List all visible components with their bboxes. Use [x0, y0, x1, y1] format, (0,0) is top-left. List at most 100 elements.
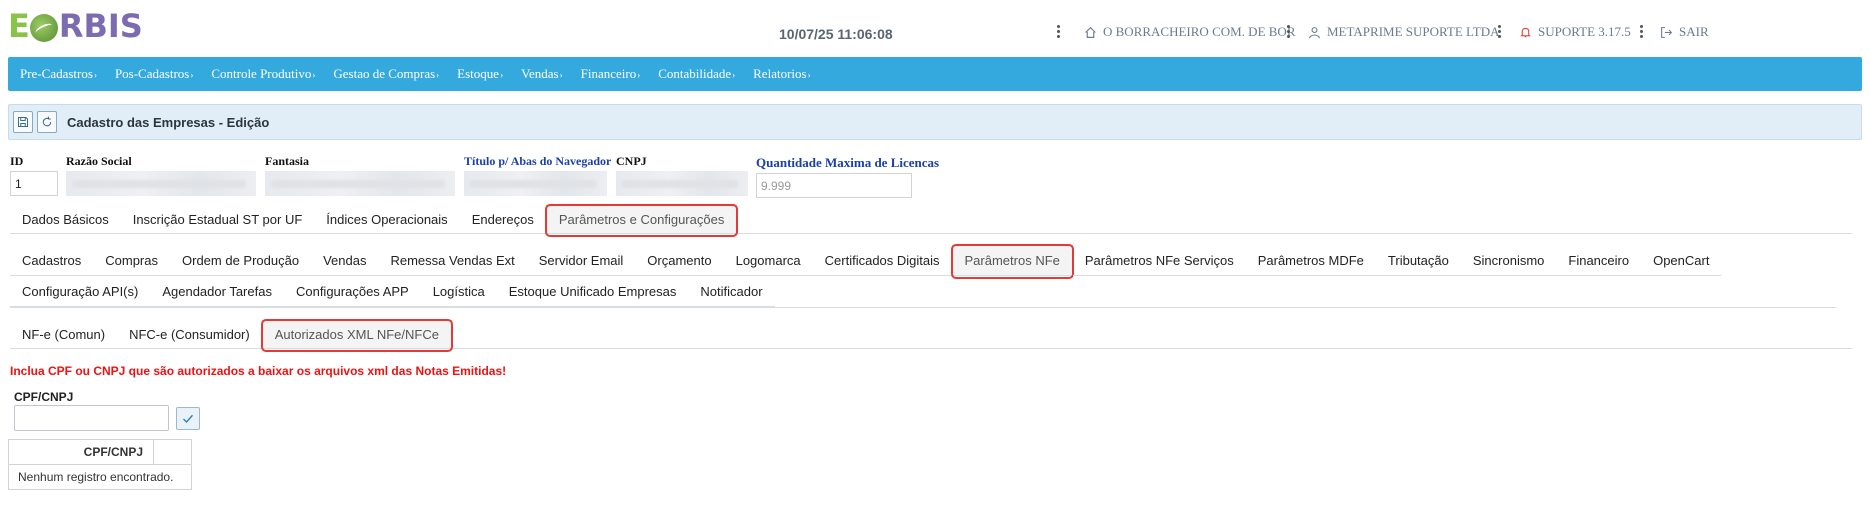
tab-parametros-nfe-servicos[interactable]: Parâmetros NFe Serviços — [1072, 245, 1246, 276]
page-toolbar: Cadastro das Empresas - Edição — [8, 104, 1862, 140]
nav-label: Contabilidade — [658, 66, 732, 81]
tab-configuracoes-app[interactable]: Configurações APP — [283, 276, 421, 307]
tab-label: Parâmetros e Configurações — [558, 212, 725, 227]
razao-social-field[interactable] — [66, 171, 256, 196]
instruction-text: Inclua CPF ou CNPJ que são autorizados a… — [10, 364, 507, 378]
table-header-row: CPF/CNPJ — [8, 439, 192, 465]
logout-button[interactable]: SAIR — [1660, 24, 1709, 40]
kebab-icon[interactable] — [1639, 25, 1643, 38]
tab-cadastros[interactable]: Cadastros — [10, 245, 94, 276]
logout-icon — [1661, 26, 1673, 38]
tab-nfe-comun[interactable]: NF-e (Comun) — [10, 320, 117, 348]
nav-controle-produtivo[interactable]: Controle Produtivo› — [211, 66, 315, 82]
tab-parametros-configuracoes[interactable]: Parâmetros e Configurações — [544, 204, 739, 237]
nav-estoque[interactable]: Estoque› — [457, 66, 503, 82]
tab-dados-basicos[interactable]: Dados Básicos — [10, 205, 121, 233]
tab-ordem-producao[interactable]: Ordem de Produção — [170, 245, 312, 276]
tab-compras[interactable]: Compras — [93, 245, 170, 276]
tab-nfce-consumidor[interactable]: NFC-e (Consumidor) — [117, 320, 262, 348]
kebab-icon[interactable] — [1056, 25, 1060, 38]
chevron-right-icon: › — [559, 70, 563, 80]
confirm-add-button[interactable] — [176, 407, 200, 430]
tab-configuracao-apis[interactable]: Configuração API(s) — [10, 276, 151, 307]
tab-label: Dados Básicos — [22, 211, 109, 227]
tab-label: Sincronismo — [1472, 252, 1545, 268]
nav-label: Relatorios — [753, 66, 807, 81]
tab-orcamento[interactable]: Orçamento — [635, 245, 724, 276]
user-name: METAPRIME SUPORTE LTDA — [1327, 24, 1500, 39]
nav-financeiro[interactable]: Financeiro› — [581, 66, 641, 82]
refresh-button[interactable] — [37, 111, 57, 133]
column-header-cpf-cnpj[interactable]: CPF/CNPJ — [8, 439, 154, 465]
tab-label: Vendas — [323, 252, 367, 268]
tab-enderecos[interactable]: Endereços — [460, 205, 546, 233]
tab-label: Ordem de Produção — [182, 252, 300, 268]
tab-label: Autorizados XML NFe/NFCe — [274, 327, 439, 342]
header-right: 10/07/25 11:06:08 O BORRACHEIRO COM. DE … — [779, 18, 1870, 48]
chevron-right-icon: › — [500, 70, 504, 80]
tab-opencart[interactable]: OpenCart — [1641, 245, 1722, 276]
nav-contabilidade[interactable]: Contabilidade› — [658, 66, 735, 82]
cnpj-label: CNPJ — [616, 154, 647, 168]
tab-logistica[interactable]: Logística — [420, 276, 497, 307]
tab-label: Parâmetros MDFe — [1257, 252, 1364, 268]
tab-notificador[interactable]: Notificador — [688, 276, 775, 307]
tab-logomarca[interactable]: Logomarca — [723, 245, 813, 276]
nav-label: Vendas — [521, 66, 559, 81]
tab-agendador-tarefas[interactable]: Agendador Tarefas — [150, 276, 284, 307]
tab-label: Estoque Unificado Empresas — [508, 283, 677, 299]
nav-pos-cadastros[interactable]: Pos-Cadastros› — [115, 66, 193, 82]
kebab-icon[interactable] — [1286, 25, 1290, 38]
tab-label: Remessa Vendas Ext — [390, 252, 515, 268]
tab-label: Compras — [105, 252, 158, 268]
bell-icon — [1520, 27, 1531, 37]
tab-remessa-vendas-ext[interactable]: Remessa Vendas Ext — [378, 245, 527, 276]
titulo-abas-field[interactable] — [464, 171, 607, 196]
tab-parametros-mdfe[interactable]: Parâmetros MDFe — [1245, 245, 1376, 276]
user-icon — [1309, 26, 1320, 38]
logout-label: SAIR — [1679, 24, 1709, 39]
tab-autorizados-xml[interactable]: Autorizados XML NFe/NFCe — [260, 319, 454, 352]
eorbis-logo: E RBIS — [8, 6, 143, 46]
tab-tributacao[interactable]: Tributação — [1375, 245, 1461, 276]
tab-estoque-unificado[interactable]: Estoque Unificado Empresas — [496, 276, 689, 307]
fantasia-label: Fantasia — [265, 154, 310, 168]
tab-certificados-digitais[interactable]: Certificados Digitais — [812, 245, 952, 276]
page-title: Cadastro das Empresas - Edição — [67, 114, 270, 130]
header-version[interactable]: SUPORTE 3.17.5 — [1519, 24, 1631, 40]
top-header: E RBIS 10/07/25 11:06:08 O BORRACHEIRO C… — [0, 0, 1870, 52]
tab-servidor-email[interactable]: Servidor Email — [526, 245, 636, 276]
id-field[interactable]: 1 — [10, 171, 58, 196]
tab-label: Endereços — [471, 211, 534, 227]
chevron-right-icon: › — [93, 70, 97, 80]
tab-parametros-nfe[interactable]: Parâmetros NFe — [950, 244, 1075, 279]
tab-inscricao-estadual[interactable]: Inscrição Estadual ST por UF — [121, 205, 315, 233]
qtd-licencas-field[interactable]: 9.999 — [756, 173, 912, 198]
header-user[interactable]: METAPRIME SUPORTE LTDA — [1308, 24, 1500, 40]
nav-relatorios[interactable]: Relatorios› — [753, 66, 810, 82]
header-company[interactable]: O BORRACHEIRO COM. DE BOR — [1084, 24, 1296, 40]
nav-label: Pre-Cadastros — [20, 66, 93, 81]
save-button[interactable] — [13, 111, 33, 133]
empty-message: Nenhum registro encontrado. — [8, 464, 192, 490]
tab-label: Cadastros — [22, 252, 82, 268]
tab-indices-operacionais[interactable]: Índices Operacionais — [314, 205, 459, 233]
check-icon — [183, 414, 194, 423]
tab-sincronismo[interactable]: Sincronismo — [1460, 245, 1557, 276]
tab-financeiro[interactable]: Financeiro — [1556, 245, 1642, 276]
logo-letters-rbis: RBIS — [58, 7, 143, 45]
tab-label: Certificados Digitais — [824, 252, 940, 268]
nav-pre-cadastros[interactable]: Pre-Cadastros› — [20, 66, 97, 82]
fantasia-field[interactable] — [265, 171, 455, 196]
version-label: SUPORTE 3.17.5 — [1538, 24, 1631, 39]
tab-vendas[interactable]: Vendas — [311, 245, 379, 276]
tab-label: OpenCart — [1653, 252, 1710, 268]
cpf-cnpj-input[interactable] — [14, 405, 169, 431]
nav-vendas[interactable]: Vendas› — [521, 66, 563, 82]
cnpj-field[interactable] — [616, 171, 748, 196]
nav-label: Gestao de Compras — [333, 66, 436, 81]
redacted-text — [622, 180, 738, 188]
nav-gestao-compras[interactable]: Gestao de Compras› — [333, 66, 439, 82]
kebab-icon[interactable] — [1497, 25, 1501, 38]
main-navigation: Pre-Cadastros› Pos-Cadastros› Controle P… — [8, 57, 1862, 91]
